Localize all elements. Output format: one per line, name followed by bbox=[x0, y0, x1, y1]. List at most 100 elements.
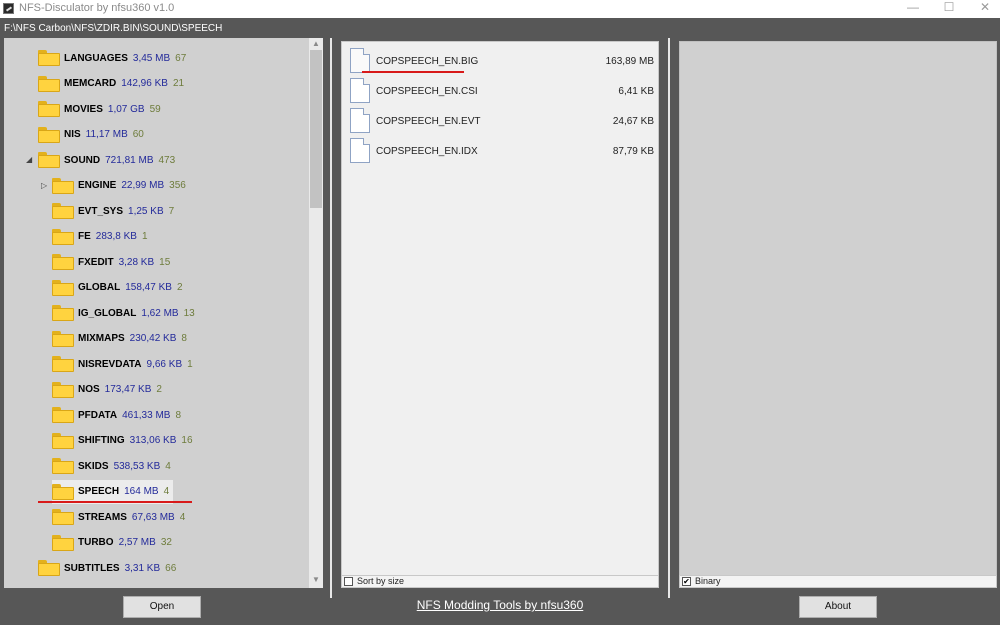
tree-item-evt-sys[interactable]: EVT_SYS 1,25 KB 7 bbox=[52, 199, 178, 223]
folder-name: SPEECH bbox=[78, 486, 120, 497]
path-bar: F:\NFS Carbon\NFS\ZDIR.BIN\SOUND\SPEECH bbox=[0, 18, 1000, 38]
folder-icon bbox=[52, 509, 74, 525]
tree-item-subtitles[interactable]: SUBTITLES 3,31 KB 66 bbox=[38, 556, 180, 580]
folder-size: 1,62 MB bbox=[141, 307, 179, 319]
tree-item-nos[interactable]: NOS 173,47 KB 2 bbox=[52, 378, 166, 402]
tree-item-speech[interactable]: SPEECH 164 MB 4 bbox=[52, 479, 174, 504]
tree-item-ig-global[interactable]: IG_GLOBAL 1,62 MB 13 bbox=[52, 301, 199, 325]
tree-item-pfdata[interactable]: PFDATA 461,33 MB 8 bbox=[52, 403, 185, 427]
folder-file-count: 15 bbox=[159, 256, 171, 268]
tree-scrollbar[interactable]: ▲ ▼ bbox=[309, 38, 323, 588]
folder-name: SOUND bbox=[64, 154, 101, 166]
folder-tree[interactable]: LANGUAGES 3,45 MB 67 MEMCARD 142,96 KB 21 MOVI… bbox=[4, 38, 323, 588]
folder-file-count: 1 bbox=[141, 231, 148, 242]
tree-item-mixmaps[interactable]: MIXMAPS 230,42 KB 8 bbox=[52, 327, 191, 351]
app-icon bbox=[3, 3, 14, 14]
tree-item-nisrevdata[interactable]: NISREVDATA 9,66 KB 1 bbox=[52, 352, 197, 376]
annotation-underline-speech bbox=[38, 501, 192, 503]
folder-size: 721,81 MB bbox=[105, 154, 154, 166]
tree-item-sound[interactable]: SOUND 721,81 MB 473 bbox=[38, 148, 179, 172]
tree-item-memcard[interactable]: MEMCARD 142,96 KB 21 bbox=[38, 72, 188, 96]
folder-icon bbox=[52, 279, 74, 296]
binary-checkbox[interactable]: ✔ bbox=[682, 577, 691, 586]
folder-name: NISREVDATA bbox=[78, 358, 142, 370]
footer-link[interactable]: NFS Modding Tools by nfsu360 bbox=[412, 598, 588, 612]
folder-file-count: 4 bbox=[165, 460, 171, 472]
divider-right[interactable] bbox=[668, 38, 670, 598]
file-item[interactable]: COPSPEECH_EN.CSI 6,41 KB bbox=[348, 77, 654, 105]
folder-name: NIS bbox=[64, 129, 81, 140]
folder-icon bbox=[38, 75, 60, 92]
sound-expanded-arrow-icon[interactable]: ◢ bbox=[26, 155, 32, 164]
tree-item-turbo[interactable]: TURBO 2,57 MB 32 bbox=[52, 531, 176, 555]
tree-item-nis[interactable]: NIS 11,17 MB 60 bbox=[38, 123, 148, 147]
folder-name: SKIDS bbox=[78, 460, 109, 472]
folder-name: STREAMS bbox=[78, 511, 127, 523]
folder-name: IG_GLOBAL bbox=[78, 307, 137, 319]
folder-icon bbox=[52, 432, 74, 449]
file-size: 6,41 KB bbox=[618, 86, 654, 97]
folder-file-count: 8 bbox=[175, 409, 182, 421]
folder-size: 3,45 MB bbox=[132, 52, 171, 64]
title-bar: NFS-Disculator by nfsu360 v1.0 — ☐ ✕ bbox=[0, 0, 1000, 18]
binary-label[interactable]: Binary bbox=[695, 576, 721, 586]
tree-item-skids[interactable]: SKIDS 538,53 KB 4 bbox=[52, 454, 175, 478]
sort-by-size-checkbox[interactable] bbox=[344, 577, 353, 586]
folder-name: GLOBAL bbox=[78, 282, 121, 293]
folder-file-count: 60 bbox=[132, 129, 144, 140]
folder-name: SHIFTING bbox=[78, 435, 125, 446]
file-icon bbox=[350, 78, 370, 103]
tree-item-fe[interactable]: FE 283,8 KB 1 bbox=[52, 225, 152, 249]
folder-icon bbox=[52, 534, 74, 551]
folder-name: PFDATA bbox=[78, 409, 118, 421]
divider-left[interactable] bbox=[330, 38, 332, 598]
folder-icon bbox=[52, 254, 74, 270]
folder-icon bbox=[52, 177, 74, 194]
folder-file-count: 21 bbox=[172, 78, 185, 89]
folder-size: 22,99 MB bbox=[121, 180, 165, 191]
folder-size: 11,17 MB bbox=[85, 129, 128, 140]
sort-by-size-label[interactable]: Sort by size bbox=[357, 576, 404, 586]
folder-icon bbox=[52, 228, 74, 245]
file-item[interactable]: COPSPEECH_EN.IDX 87,79 KB bbox=[348, 137, 654, 165]
about-button[interactable]: About bbox=[799, 596, 877, 618]
annotation-underline-file bbox=[362, 71, 464, 73]
file-size: 87,79 KB bbox=[612, 146, 654, 157]
folder-file-count: 32 bbox=[160, 537, 172, 548]
folder-icon bbox=[38, 50, 60, 66]
file-item[interactable]: COPSPEECH_EN.EVT 24,67 KB bbox=[348, 107, 654, 135]
tree-item-streams[interactable]: STREAMS 67,63 MB 4 bbox=[52, 505, 189, 529]
tree-item-movies[interactable]: MOVIES 1,07 GB 59 bbox=[38, 97, 165, 121]
folder-icon bbox=[52, 356, 74, 372]
file-list[interactable]: COPSPEECH_EN.BIG 163,89 MB COPSPEECH_EN.CS… bbox=[341, 41, 659, 588]
file-icon bbox=[350, 48, 370, 73]
tree-item-fxedit[interactable]: FXEDIT 3,28 KB 15 bbox=[52, 250, 174, 274]
file-name: COPSPEECH_EN.CSI bbox=[376, 86, 478, 97]
folder-icon bbox=[38, 560, 60, 576]
folder-size: 3,31 KB bbox=[124, 562, 161, 574]
scroll-thumb[interactable] bbox=[310, 50, 322, 208]
folder-icon bbox=[38, 101, 60, 117]
tree-item-languages[interactable]: LANGUAGES 3,45 MB 67 bbox=[38, 46, 190, 70]
binary-bar: ✔ Binary bbox=[679, 575, 997, 588]
tree-item-shifting[interactable]: SHIFTING 313,06 KB 16 bbox=[52, 429, 197, 453]
scroll-up-icon[interactable]: ▲ bbox=[309, 38, 323, 50]
folder-size: 67,63 MB bbox=[131, 511, 175, 523]
folder-name: LANGUAGES bbox=[64, 52, 128, 64]
tree-item-global[interactable]: GLOBAL 158,47 KB 2 bbox=[52, 276, 187, 300]
folder-size: 313,06 KB bbox=[129, 435, 177, 446]
folder-size: 1,07 GB bbox=[107, 103, 145, 115]
folder-icon bbox=[38, 152, 60, 168]
folder-icon bbox=[38, 126, 60, 143]
folder-size: 283,8 KB bbox=[95, 231, 137, 242]
tree-item-engine[interactable]: ENGINE 22,99 MB 356 bbox=[52, 174, 190, 198]
file-name: COPSPEECH_EN.IDX bbox=[376, 146, 478, 157]
folder-file-count: 4 bbox=[179, 511, 186, 523]
scroll-down-icon[interactable]: ▼ bbox=[309, 574, 323, 586]
folder-file-count: 66 bbox=[165, 562, 177, 574]
window-title: NFS-Disculator by nfsu360 v1.0 bbox=[19, 2, 175, 14]
folder-file-count: 59 bbox=[149, 103, 161, 115]
engine-collapsed-arrow-icon[interactable]: ▷ bbox=[41, 181, 47, 190]
open-button[interactable]: Open bbox=[123, 596, 201, 618]
close-button[interactable]: ✕ bbox=[962, 0, 1000, 18]
